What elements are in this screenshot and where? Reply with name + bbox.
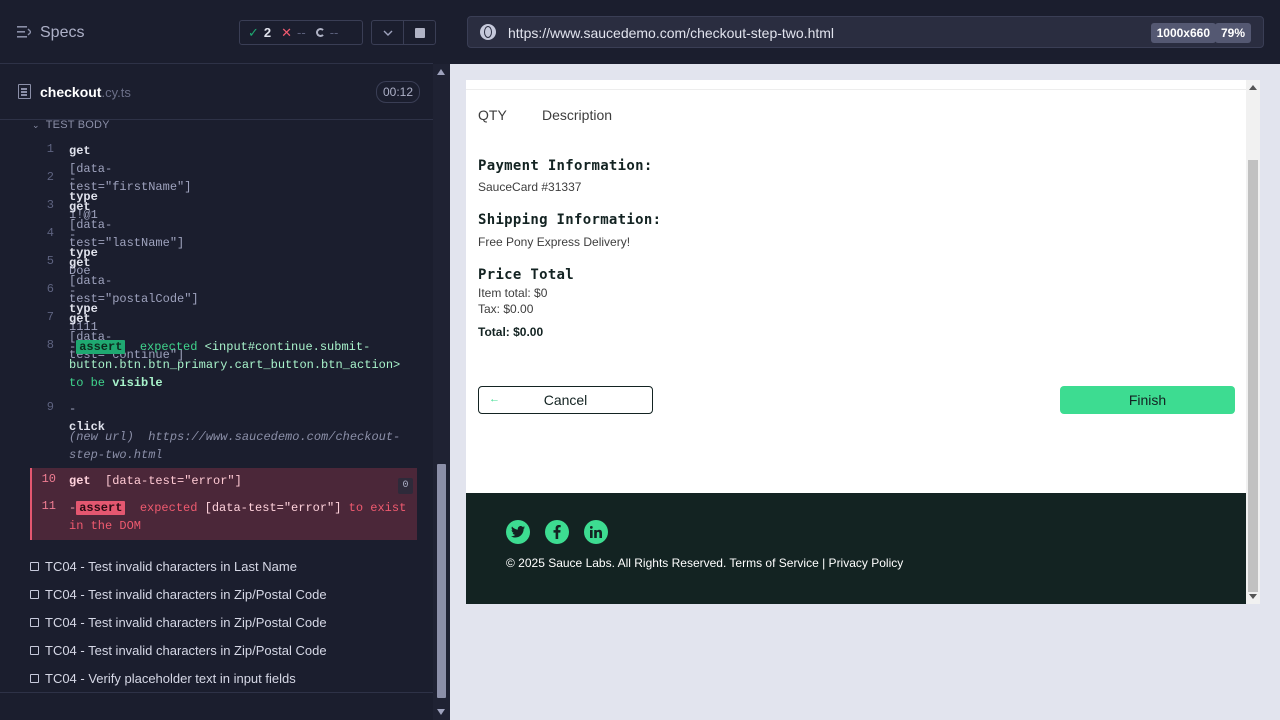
test-status-icon	[30, 673, 39, 683]
zoom-badge[interactable]: 79%	[1214, 23, 1251, 43]
tax-value: Tax: $0.00	[478, 302, 534, 316]
chevron-down-icon: ⌄	[32, 120, 40, 130]
scroll-thumb[interactable]	[1248, 160, 1258, 592]
failed-assert-row[interactable]: 11 - assert expected [data-test="error"] …	[32, 499, 417, 537]
cancel-label: Cancel	[543, 392, 588, 408]
test-stats: ✓ 2 ✕ -- --	[239, 20, 363, 45]
finish-button[interactable]: Finish	[1060, 386, 1235, 414]
check-icon: ✓	[248, 24, 259, 40]
scroll-thumb[interactable]	[437, 464, 446, 698]
spec-file-name[interactable]: checkout.cy.ts	[40, 84, 131, 100]
new-url-label: (new url)	[69, 430, 134, 444]
facebook-icon[interactable]	[545, 520, 569, 544]
test-item[interactable]: TC04 - Test invalid characters in Zip/Po…	[30, 636, 420, 664]
expand-toggle-button[interactable]	[371, 20, 404, 45]
linkedin-icon[interactable]	[584, 520, 608, 544]
reporter-footer	[0, 692, 433, 720]
shipping-info-value: Free Pony Express Delivery!	[478, 235, 631, 249]
specs-menu-icon[interactable]	[17, 26, 31, 38]
test-item[interactable]: TC04 - Test invalid characters in Zip/Po…	[30, 608, 420, 636]
test-list: TC04 - Test invalid characters in Last N…	[30, 552, 420, 692]
stop-button[interactable]	[403, 20, 436, 45]
globe-icon	[480, 24, 496, 40]
test-status-icon	[30, 561, 39, 571]
pending-stat: --	[315, 25, 339, 40]
divider	[466, 89, 1246, 90]
reporter-header: Specs ✓ 2 ✕ -- --	[0, 0, 436, 64]
url-bar[interactable]: https://www.saucedemo.com/checkout-step-…	[467, 16, 1264, 48]
price-total-label: Price Total	[478, 267, 575, 283]
reporter-scrollbar[interactable]	[433, 64, 450, 720]
total-value: Total: $0.00	[478, 325, 544, 339]
failed-count: --	[297, 25, 306, 40]
cancel-button[interactable]: ← Cancel	[478, 386, 653, 414]
failed-stat: ✕ --	[281, 25, 306, 41]
test-status-icon	[30, 589, 39, 599]
spec-file-row: checkout.cy.ts 00:12	[0, 64, 433, 120]
spec-file-ext: .cy.ts	[101, 85, 131, 100]
shipping-info-label: Shipping Information:	[478, 212, 662, 228]
passed-count: 2	[263, 25, 272, 40]
aut-header: https://www.saucedemo.com/checkout-step-…	[450, 0, 1280, 64]
stop-icon	[414, 27, 425, 38]
test-item[interactable]: TC04 - Test invalid characters in Zip/Po…	[30, 580, 420, 608]
twitter-icon[interactable]	[506, 520, 530, 544]
passed-stat: ✓ 2	[248, 25, 271, 41]
test-body-header[interactable]: ⌄ TEST BODY	[32, 119, 110, 131]
assert-command-row[interactable]: 8 - assert expected <input#continue.submi…	[30, 338, 417, 392]
pending-icon	[315, 28, 325, 37]
reporter-panel: Specs ✓ 2 ✕ -- -- checkout.cy.ts 00:12 ⌄…	[0, 0, 450, 720]
aut-url[interactable]: https://www.saucedemo.com/checkout-step-…	[508, 25, 834, 41]
spec-duration: 00:12	[376, 81, 421, 103]
aut-iframe: QTY Description Payment Information: Sau…	[466, 80, 1260, 604]
cross-icon: ✕	[281, 24, 293, 40]
assert-badge: assert	[76, 340, 126, 354]
iframe-scrollbar[interactable]	[1246, 80, 1260, 604]
description-header: Description	[542, 107, 613, 123]
pending-count: --	[329, 25, 339, 40]
test-status-icon	[30, 617, 39, 627]
payment-info-value: SauceCard #31337	[478, 180, 582, 194]
payment-info-label: Payment Information:	[478, 158, 653, 174]
new-url-event[interactable]: (new url) https://www.saucedemo.com/chec…	[30, 428, 417, 464]
page-footer: © 2025 Sauce Labs. All Rights Reserved. …	[466, 493, 1246, 604]
chevron-down-icon	[383, 30, 392, 36]
test-item[interactable]: TC04 - Verify placeholder text in input …	[30, 664, 420, 692]
qty-header: QTY	[478, 107, 507, 123]
failed-command-row[interactable]: 10 get [data-test="error"] 0	[32, 472, 417, 494]
footer-copyright: © 2025 Sauce Labs. All Rights Reserved. …	[506, 556, 904, 570]
scroll-down-icon[interactable]	[1249, 594, 1257, 599]
scroll-down-icon[interactable]	[437, 709, 445, 715]
finish-label: Finish	[1128, 392, 1167, 408]
item-total: Item total: $0	[478, 286, 548, 300]
test-item[interactable]: TC04 - Test invalid characters in Last N…	[30, 552, 420, 580]
document-icon	[18, 84, 31, 99]
assert-fail-badge: assert	[76, 501, 126, 515]
viewport-size-badge[interactable]: 1000x660	[1150, 23, 1216, 43]
arrow-left-icon: ←	[489, 393, 500, 405]
scroll-up-icon[interactable]	[1249, 85, 1257, 90]
failed-commands: 10 get [data-test="error"] 0 11 - assert …	[30, 468, 417, 540]
test-status-icon	[30, 645, 39, 655]
specs-label[interactable]: Specs	[40, 24, 84, 42]
element-count-badge: 0	[398, 478, 413, 494]
scroll-up-icon[interactable]	[437, 69, 445, 75]
